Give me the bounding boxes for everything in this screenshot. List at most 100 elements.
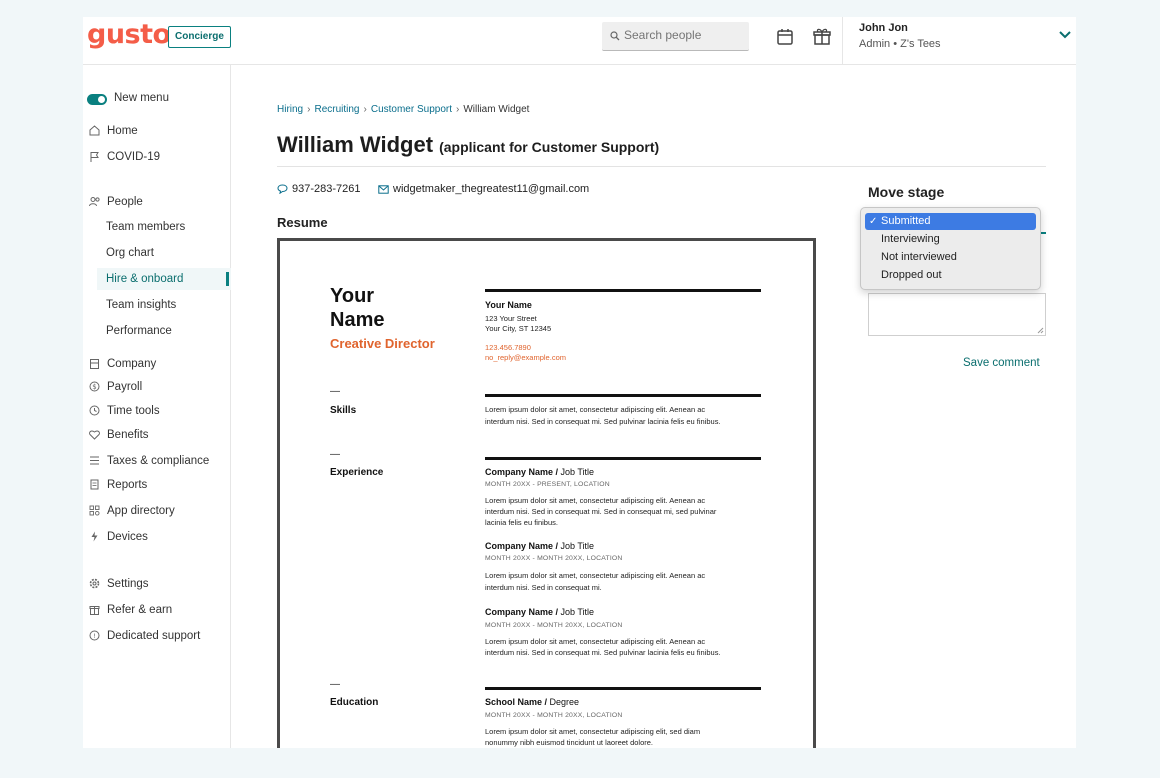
email-text: widgetmaker_thegreatest11@gmail.com xyxy=(393,183,590,195)
resume-job-text: Lorem ipsum dolor sit amet, consectetur … xyxy=(485,571,706,580)
checkmark-icon: ✓ xyxy=(869,216,878,227)
building-icon xyxy=(90,359,99,369)
heart-icon xyxy=(89,430,100,440)
breadcrumb: Hiring › Recruiting › Customer Support › Willi… xyxy=(277,104,529,115)
sidebar-item-label: Reports xyxy=(107,478,148,491)
sidebar-item-app-directory[interactable]: App directory xyxy=(88,504,175,517)
sidebar-item-taxes[interactable]: Taxes & compliance xyxy=(88,454,209,467)
concierge-button[interactable]: Concierge xyxy=(168,26,231,48)
resume-job-meta: MONTH 20XX - MONTH 20XX, LOCATION xyxy=(485,622,623,629)
title-divider xyxy=(277,166,1046,167)
calendar-icon[interactable] xyxy=(775,27,795,47)
save-comment-button[interactable]: Save comment xyxy=(963,357,1040,369)
resume-job-text: Lorem ipsum dolor sit amet, consectetur … xyxy=(485,637,706,646)
applicant-name: William Widget xyxy=(277,132,434,157)
top-header: gusto Concierge John Jon Admin • Z's Tee… xyxy=(83,17,1076,65)
sidebar-item-home[interactable]: Home xyxy=(88,124,138,137)
sidebar-item-label: Dedicated support xyxy=(107,629,201,642)
gift-icon xyxy=(89,606,100,615)
resume-phone: 123.456.7890 xyxy=(485,343,531,352)
sidebar-item-payroll[interactable]: $ Payroll xyxy=(88,380,142,393)
breadcrumb-current: William Widget xyxy=(463,104,530,115)
resume-job-heading: Company Name / Job Title xyxy=(485,541,595,551)
move-stage-label: Move stage xyxy=(868,184,945,200)
search-box[interactable] xyxy=(602,22,749,51)
resume-experience-label: Experience xyxy=(330,467,384,478)
sidebar-item-benefits[interactable]: Benefits xyxy=(88,428,149,441)
resume-job-text: interdum nisi. Sed in consequat mi. Sed … xyxy=(485,648,721,657)
svg-text:$: $ xyxy=(92,383,96,391)
sidebar-item-devices[interactable]: Devices xyxy=(88,530,148,543)
sidebar-item-settings[interactable]: Settings xyxy=(88,577,149,590)
applicant-email[interactable]: widgetmaker_thegreatest11@gmail.com xyxy=(378,183,589,195)
user-company[interactable]: Admin • Z's Tees xyxy=(859,38,941,50)
sidebar-item-label: Benefits xyxy=(107,428,149,441)
resume-job-heading: Company Name / Job Title xyxy=(485,607,595,617)
chat-bubble-icon xyxy=(277,184,288,194)
sidebar-item-label: App directory xyxy=(107,504,175,517)
phone-text: 937-283-7261 xyxy=(292,183,361,195)
resume-skills-label: Skills xyxy=(330,405,357,416)
home-icon xyxy=(89,125,100,136)
sidebar-item-dedicated-support[interactable]: ! Dedicated support xyxy=(88,629,200,642)
resume-job-text: interdum nisi. Sed in consequat mi. xyxy=(485,583,602,592)
new-menu-toggle[interactable] xyxy=(87,94,107,105)
people-icon xyxy=(89,197,100,207)
sidebar-item-company[interactable]: Company xyxy=(88,357,156,370)
sidebar-item-refer-earn[interactable]: Refer & earn xyxy=(88,603,172,616)
sidebar-item-team-insights[interactable]: Team insights xyxy=(106,299,176,311)
app-window: gusto Concierge John Jon Admin • Z's Tee… xyxy=(83,17,1076,748)
resume-big-name-2: Name xyxy=(330,309,385,331)
resume-section-dash: — xyxy=(330,386,340,397)
active-item-indicator xyxy=(226,272,229,286)
breadcrumb-hiring[interactable]: Hiring xyxy=(277,104,303,115)
stage-option-dropped-out[interactable]: Dropped out xyxy=(865,267,1036,284)
resume-school-heading: School Name / Degree xyxy=(485,697,580,707)
resume-job-text: interdum nisi. Sed in consequat mi. Sed … xyxy=(485,507,717,516)
stage-option-interviewing[interactable]: Interviewing xyxy=(865,231,1036,248)
search-input[interactable] xyxy=(624,28,744,42)
stage-option-label: Submitted xyxy=(881,215,931,227)
apps-icon xyxy=(89,505,100,516)
sidebar-item-team-members[interactable]: Team members xyxy=(106,221,185,233)
resume-rule xyxy=(485,687,761,690)
resume-street: 123 Your Street xyxy=(485,314,537,323)
resume-document[interactable]: Your Name Creative Director Your Name 12… xyxy=(277,238,816,748)
stage-option-not-interviewed[interactable]: Not interviewed xyxy=(865,249,1036,266)
resume-job-meta: MONTH 20XX - PRESENT, LOCATION xyxy=(485,481,610,488)
applicant-subtitle: (applicant for Customer Support) xyxy=(439,139,660,155)
chevron-down-icon[interactable] xyxy=(1059,30,1071,40)
sidebar-item-people[interactable]: People xyxy=(88,195,143,208)
comment-textarea[interactable] xyxy=(868,293,1046,336)
resume-email: no_reply@example.com xyxy=(485,353,566,362)
move-stage-dropdown[interactable]: ✓ Submitted Interviewing Not interviewed… xyxy=(860,207,1041,290)
sidebar-item-label: COVID-19 xyxy=(107,150,161,163)
resume-section-dash: — xyxy=(330,449,340,460)
sidebar-item-performance[interactable]: Performance xyxy=(106,325,172,337)
sidebar-item-org-chart[interactable]: Org chart xyxy=(106,247,154,259)
list-icon xyxy=(90,456,99,465)
clock-icon xyxy=(89,405,100,416)
gusto-logo[interactable]: gusto xyxy=(87,19,171,50)
resize-handle-icon[interactable] xyxy=(1036,326,1044,334)
gift-icon[interactable] xyxy=(812,27,832,47)
mail-icon xyxy=(378,184,389,194)
sidebar-item-covid[interactable]: COVID-19 xyxy=(88,150,160,163)
sidebar-item-time-tools[interactable]: Time tools xyxy=(88,404,160,417)
resume-heading: Resume xyxy=(277,215,328,230)
stage-option-submitted[interactable]: ✓ Submitted xyxy=(865,213,1036,230)
applicant-phone[interactable]: 937-283-7261 xyxy=(277,183,361,195)
user-name[interactable]: John Jon xyxy=(859,22,908,34)
sidebar-item-reports[interactable]: Reports xyxy=(88,478,147,491)
resume-education-label: Education xyxy=(330,697,379,708)
flag-icon xyxy=(90,152,99,162)
bolt-icon xyxy=(91,531,98,542)
breadcrumb-recruiting[interactable]: Recruiting xyxy=(314,104,359,115)
document-icon xyxy=(90,479,99,490)
breadcrumb-customer-support[interactable]: Customer Support xyxy=(371,104,452,115)
sidebar-item-hire-onboard[interactable]: Hire & onboard xyxy=(106,273,183,285)
resume-section-dash: — xyxy=(330,679,340,690)
new-menu-label[interactable]: New menu xyxy=(114,92,169,104)
help-icon: ! xyxy=(89,630,100,641)
resume-edu-meta: MONTH 20XX - MONTH 20XX, LOCATION xyxy=(485,712,623,719)
